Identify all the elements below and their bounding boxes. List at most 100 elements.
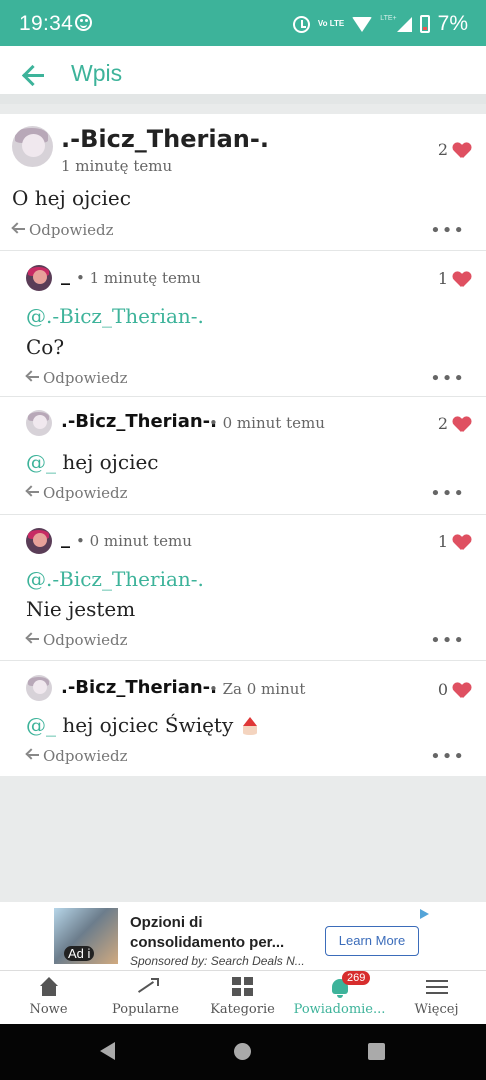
lte-label: LTE+ (380, 14, 397, 22)
battery-level: 7% (437, 12, 468, 35)
heart-icon[interactable] (453, 417, 469, 431)
app-bar: Wpis (0, 46, 486, 104)
nav-wiecej[interactable]: Więcej (388, 971, 485, 1025)
battery-icon (419, 15, 430, 33)
nav-label: Powiadomie... (293, 1002, 386, 1017)
comment-item: _ • 1 minutę temu 1 @.-Bicz_Therian-. Co… (0, 250, 486, 396)
bottom-navigation: Nowe Popularne Kategorie Powiadomie... W… (0, 970, 486, 1024)
comment-text: hej ojciec (62, 450, 159, 474)
nav-label: Więcej (414, 1002, 459, 1017)
comment-text-line: @_ hej ojciec (26, 450, 159, 474)
comment-mention[interactable]: @.-Bicz_Therian-. (26, 567, 204, 591)
alarm-icon (292, 15, 310, 33)
ad-sponsor: Sponsored by: Search Deals N... (130, 954, 305, 968)
smiley-icon (75, 14, 92, 31)
more-options-icon[interactable]: ••• (430, 368, 465, 389)
more-options-icon[interactable]: ••• (430, 746, 465, 767)
home-icon (38, 977, 60, 997)
comment-author[interactable]: _ (61, 528, 70, 549)
nav-powiadomienia[interactable]: Powiadomie... (291, 971, 388, 1025)
commenter-avatar[interactable] (26, 265, 52, 291)
reply-label: Odpowiedz (43, 747, 128, 765)
post-text: O hej ojciec (12, 186, 131, 210)
trending-icon (135, 977, 159, 997)
comment-feed: .-Bicz_Therian-. 1 minutę temu 2 O hej o… (0, 114, 486, 776)
like-count: 1 (437, 532, 448, 551)
ad-banner[interactable]: Ad i Opzioni di consolidamento per... Spo… (0, 902, 486, 970)
reply-button[interactable]: Odpowiedz (28, 631, 128, 649)
post-author[interactable]: .-Bicz_Therian-. (61, 125, 269, 153)
reply-button[interactable]: Odpowiedz (28, 484, 128, 502)
comment-likes[interactable]: 0 (438, 680, 469, 699)
reply-button[interactable]: Odpowiedz (14, 221, 114, 239)
commenter-avatar[interactable] (26, 675, 52, 701)
ad-choices-icon[interactable] (420, 909, 429, 919)
reply-icon (28, 754, 39, 762)
comment-text: Nie jestem (26, 597, 136, 621)
learn-more-button[interactable]: Learn More (325, 926, 419, 956)
more-options-icon[interactable]: ••• (430, 220, 465, 241)
comment-likes[interactable]: 1 (438, 532, 469, 551)
nav-label: Kategorie (210, 1002, 275, 1017)
nav-label: Popularne (112, 1002, 179, 1017)
comment-text: Co? (26, 335, 65, 359)
page-title: Wpis (71, 60, 123, 86)
system-navigation-bar (0, 1024, 486, 1080)
comment-mention[interactable]: @_ (26, 713, 56, 737)
comment-author[interactable]: .-Bicz_Therian-. (61, 677, 217, 698)
comment-mention[interactable]: @_ (26, 450, 56, 474)
comment-item: .-Bicz_Therian-. • Za 0 minut 0 @_ hej o… (0, 660, 486, 776)
main-post: .-Bicz_Therian-. 1 minutę temu 2 O hej o… (0, 114, 486, 250)
reply-label: Odpowiedz (43, 484, 128, 502)
like-count: 0 (437, 680, 448, 699)
reply-icon (28, 376, 39, 384)
comment-text: hej ojciec Święty (62, 713, 234, 737)
comment-item: .-Bicz_Therian-. • 0 minut temu 2 @_ hej… (0, 396, 486, 514)
nav-label: Nowe (29, 1002, 68, 1017)
nav-nowe[interactable]: Nowe (0, 971, 97, 1025)
like-count: 2 (437, 140, 448, 159)
comment-time: • 1 minutę temu (76, 269, 201, 287)
reply-button[interactable]: Odpowiedz (28, 747, 128, 765)
ad-title[interactable]: Opzioni di consolidamento per... (130, 913, 284, 953)
heart-icon[interactable] (453, 272, 469, 286)
heart-icon[interactable] (453, 143, 469, 157)
comment-mention[interactable]: @.-Bicz_Therian-. (26, 304, 204, 328)
nav-popularne[interactable]: Popularne (97, 971, 194, 1025)
commenter-avatar[interactable] (26, 528, 52, 554)
comment-author[interactable]: _ (61, 265, 70, 286)
back-arrow-icon[interactable] (22, 65, 44, 85)
reply-button[interactable]: Odpowiedz (28, 369, 128, 387)
heart-icon[interactable] (453, 535, 469, 549)
commenter-avatar[interactable] (26, 410, 52, 436)
reply-icon (28, 638, 39, 646)
comment-likes[interactable]: 2 (438, 414, 469, 433)
reply-icon (14, 228, 25, 236)
like-count: 2 (437, 414, 448, 433)
heart-icon[interactable] (453, 683, 469, 697)
back-triangle-icon[interactable] (100, 1042, 115, 1060)
post-likes[interactable]: 2 (438, 140, 469, 159)
comment-time: • 0 minut temu (209, 414, 325, 432)
wifi-icon (352, 16, 373, 32)
reply-label: Odpowiedz (43, 369, 128, 387)
comment-likes[interactable]: 1 (438, 269, 469, 288)
author-avatar[interactable] (12, 126, 53, 167)
post-time: 1 minutę temu (61, 157, 173, 175)
home-circle-icon[interactable] (234, 1043, 251, 1060)
ad-title-line-2: consolidamento per... (130, 934, 285, 951)
categories-icon (232, 977, 254, 997)
reply-label: Odpowiedz (29, 221, 114, 239)
ad-title-line-1: Opzioni di (130, 914, 203, 931)
recent-apps-icon[interactable] (368, 1043, 385, 1060)
santa-emoji-icon (240, 717, 258, 739)
status-bar: 19:34 Vo LTE LTE+ 7% (0, 0, 486, 46)
nav-kategorie[interactable]: Kategorie (194, 971, 291, 1025)
more-options-icon[interactable]: ••• (430, 630, 465, 651)
comment-item: _ • 0 minut temu 1 @.-Bicz_Therian-. Nie… (0, 514, 486, 660)
reply-icon (28, 491, 39, 499)
ad-badge[interactable]: Ad i (64, 946, 95, 961)
more-options-icon[interactable]: ••• (430, 483, 465, 504)
status-time: 19:34 (19, 12, 74, 35)
comment-author[interactable]: .-Bicz_Therian-. (61, 411, 217, 432)
